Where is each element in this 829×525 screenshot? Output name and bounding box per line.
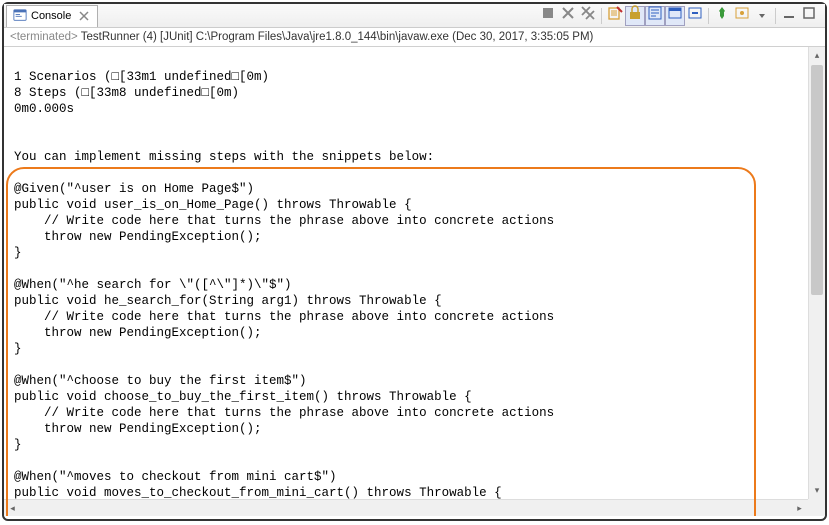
maximize-icon (801, 5, 817, 26)
show-stdout-button[interactable] (685, 6, 705, 26)
minimize-button[interactable] (779, 6, 799, 26)
status-text: TestRunner (4) [JUnit] C:\Program Files\… (78, 31, 594, 43)
display-selected-icon (734, 5, 750, 26)
scroll-lock-icon (627, 5, 643, 26)
status-line: <terminated> TestRunner (4) [JUnit] C:\P… (4, 28, 825, 47)
clear-console-icon (607, 5, 623, 26)
word-wrap-icon (647, 5, 663, 26)
remove-all-button[interactable] (578, 6, 598, 26)
vertical-scrollbar[interactable]: ▴ ▾ (808, 47, 825, 499)
scroll-corner (808, 499, 825, 516)
terminate-button[interactable] (538, 6, 558, 26)
terminated-label: <terminated> (10, 31, 78, 43)
scroll-lock-button[interactable] (625, 6, 645, 26)
terminate-icon (540, 5, 556, 26)
toolbar-separator (708, 8, 709, 24)
toolbar (538, 6, 823, 26)
show-console-button[interactable] (665, 6, 685, 26)
remove-all-icon (580, 5, 596, 26)
close-icon[interactable] (77, 9, 91, 23)
tab-bar: Console (4, 4, 825, 28)
scroll-right-icon[interactable]: ▸ (791, 500, 808, 516)
scroll-down-icon[interactable]: ▾ (809, 482, 825, 499)
minimize-icon (781, 5, 797, 26)
console-icon (13, 8, 27, 25)
word-wrap-button[interactable] (645, 6, 665, 26)
console-area: 1 Scenarios (□[33m1 undefined□[0m) 8 Ste… (4, 47, 825, 516)
toolbar-separator (775, 8, 776, 24)
scroll-thumb[interactable] (811, 65, 823, 295)
show-console-icon (667, 5, 683, 26)
dropdown-arrow-icon[interactable] (752, 6, 772, 26)
console-output[interactable]: 1 Scenarios (□[33m1 undefined□[0m) 8 Ste… (4, 47, 825, 516)
remove-terminated-button[interactable] (558, 6, 578, 26)
remove-terminated-icon (560, 5, 576, 26)
maximize-button[interactable] (799, 6, 819, 26)
scroll-up-icon[interactable]: ▴ (809, 47, 825, 64)
pin-icon (714, 5, 730, 26)
pin-button[interactable] (712, 6, 732, 26)
scroll-left-icon[interactable]: ◂ (4, 500, 21, 516)
tab-title: Console (31, 10, 71, 22)
show-stdout-icon (687, 5, 703, 26)
toolbar-separator (601, 8, 602, 24)
horizontal-scrollbar[interactable]: ◂ ▸ (4, 499, 808, 516)
clear-console-button[interactable] (605, 6, 625, 26)
display-selected-button[interactable] (732, 6, 752, 26)
tab-console[interactable]: Console (6, 5, 98, 27)
